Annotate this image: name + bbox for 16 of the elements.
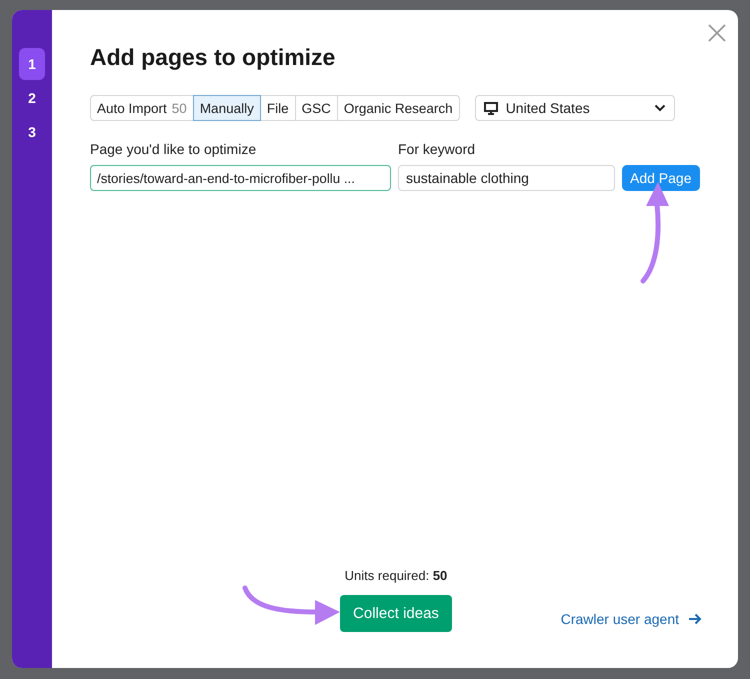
units-required-text: Units required: 50: [344, 568, 448, 583]
keyword-field[interactable]: sustainable clothing: [398, 165, 615, 191]
step-tab[interactable]: 1: [19, 48, 45, 80]
source-tab[interactable]: Auto Import 50: [90, 95, 194, 121]
country-dropdown[interactable]: United States: [474, 95, 675, 121]
field-label: For keyword: [398, 141, 476, 157]
page-url-field[interactable]: /stories/toward-an-end-to-microfiber-pollu ...: [90, 165, 391, 191]
source-tab[interactable]: Organic Research: [336, 95, 460, 121]
field-label: Page you'd like to optimize: [90, 141, 258, 157]
source-tab[interactable]: Manually: [192, 95, 261, 121]
crawler-user-agent-link[interactable]: Crawler user agent: [560, 611, 702, 627]
dialog-title: Add pages to optimize: [90, 44, 336, 71]
step-tab[interactable]: 2: [19, 82, 45, 114]
source-tab[interactable]: File: [260, 95, 296, 121]
source-tab[interactable]: GSC: [294, 95, 338, 121]
step-tab[interactable]: 3: [19, 116, 45, 148]
